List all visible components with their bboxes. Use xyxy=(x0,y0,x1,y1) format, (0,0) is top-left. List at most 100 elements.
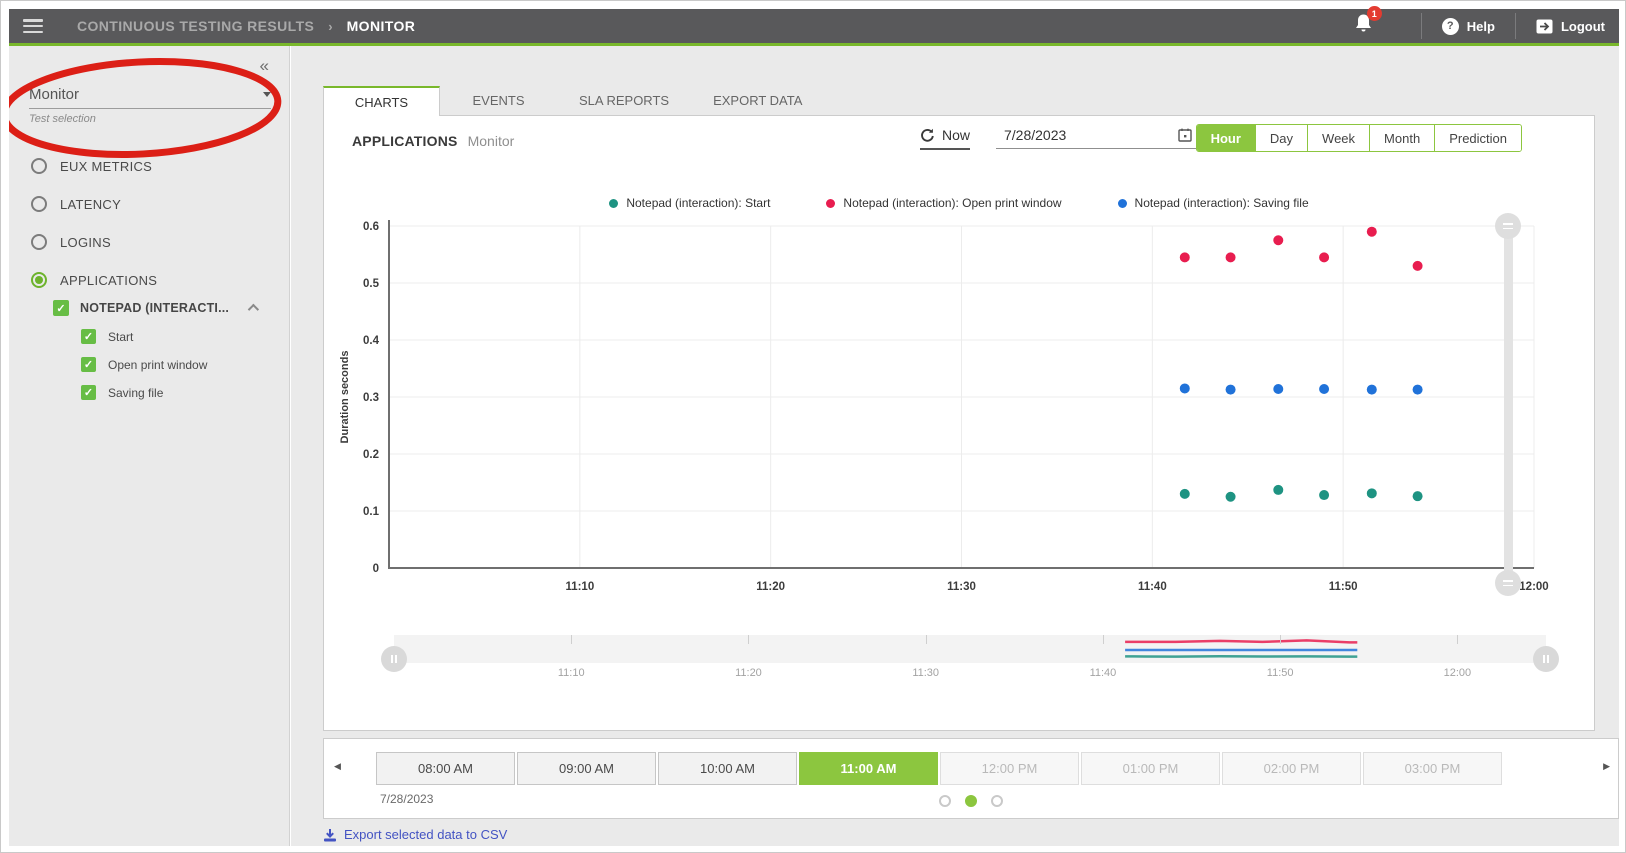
data-point[interactable] xyxy=(1226,492,1236,502)
tree-child-start[interactable]: ✓ Start xyxy=(81,329,283,344)
range-button-hour[interactable]: Hour xyxy=(1197,125,1255,151)
pagination-dot[interactable] xyxy=(939,795,951,807)
logout-icon xyxy=(1536,19,1553,34)
sidebar-collapse-icon[interactable]: « xyxy=(260,56,269,76)
navigator-handle-left[interactable] xyxy=(381,646,407,672)
data-point[interactable] xyxy=(1367,385,1377,395)
radio-icon[interactable] xyxy=(31,234,47,250)
tree-parent-notepad[interactable]: ✓ NOTEPAD (INTERACTI... xyxy=(53,300,283,316)
test-selection-dropdown[interactable]: Monitor Test selection xyxy=(29,86,271,125)
checkbox-checked-icon[interactable]: ✓ xyxy=(81,329,96,344)
data-point[interactable] xyxy=(1413,491,1423,501)
navigator-handle-right[interactable] xyxy=(1533,646,1559,672)
legend-item[interactable]: Notepad (interaction): Open print window xyxy=(826,196,1061,210)
chevron-up-icon[interactable] xyxy=(248,304,259,315)
hour-button-09-00-am[interactable]: 09:00 AM xyxy=(517,752,656,785)
data-point[interactable] xyxy=(1367,227,1377,237)
checkbox-checked-icon[interactable]: ✓ xyxy=(53,300,69,316)
svg-text:0.4: 0.4 xyxy=(363,335,380,347)
navigator-tick xyxy=(748,635,749,644)
checkbox-checked-icon[interactable]: ✓ xyxy=(81,357,96,372)
notifications-button[interactable]: 1 xyxy=(1354,13,1373,39)
tree-child-label: Start xyxy=(108,330,133,344)
radio-selected-icon[interactable] xyxy=(31,272,47,288)
y-range-slider-handle-top[interactable] xyxy=(1495,213,1521,239)
export-csv-link[interactable]: Export selected data to CSV xyxy=(323,827,507,842)
breadcrumb-separator-icon: › xyxy=(328,19,332,34)
panel-title-row: APPLICATIONS Monitor xyxy=(352,133,514,149)
logout-button[interactable]: Logout xyxy=(1536,19,1605,34)
sidebar: « Monitor Test selection EUX METRICS LATE… xyxy=(9,46,290,846)
data-point[interactable] xyxy=(1319,490,1329,500)
checkbox-checked-icon[interactable]: ✓ xyxy=(81,385,96,400)
legend-label: Notepad (interaction): Start xyxy=(626,196,770,210)
data-point[interactable] xyxy=(1273,384,1283,394)
navigator-band[interactable] xyxy=(394,635,1546,663)
range-button-month[interactable]: Month xyxy=(1369,125,1434,151)
range-button-prediction[interactable]: Prediction xyxy=(1434,125,1521,151)
data-point[interactable] xyxy=(1413,385,1423,395)
y-range-slider-handle-bottom[interactable] xyxy=(1495,570,1521,596)
help-label: Help xyxy=(1467,19,1495,34)
navigator-tick-label: 11:40 xyxy=(1090,667,1117,679)
data-point[interactable] xyxy=(1180,383,1190,393)
svg-text:12:00: 12:00 xyxy=(1519,581,1548,593)
data-point[interactable] xyxy=(1273,235,1283,245)
scatter-chart: 00.10.20.30.40.50.611:1011:2011:3011:401… xyxy=(334,210,1574,610)
breadcrumb-current: MONITOR xyxy=(347,18,416,34)
svg-text:11:30: 11:30 xyxy=(947,581,976,593)
next-hours-arrow[interactable]: ▶ xyxy=(1603,761,1610,772)
hour-button-08-00-am[interactable]: 08:00 AM xyxy=(376,752,515,785)
data-point[interactable] xyxy=(1180,489,1190,499)
radio-icon[interactable] xyxy=(31,196,47,212)
pagination-dot[interactable] xyxy=(991,795,1003,807)
data-point[interactable] xyxy=(1226,385,1236,395)
data-point[interactable] xyxy=(1319,252,1329,262)
legend-dot-icon xyxy=(609,199,618,208)
panel-subtitle: Monitor xyxy=(468,133,515,149)
pagination-dot-active[interactable] xyxy=(965,795,977,807)
now-refresh-button[interactable]: Now xyxy=(920,127,970,150)
download-icon xyxy=(323,828,337,842)
sidebar-radio-applications[interactable]: APPLICATIONS xyxy=(31,272,157,288)
chart-panel: APPLICATIONS Monitor Now 7/28/2023 xyxy=(323,115,1595,731)
main-content: CHARTSEVENTSSLA REPORTSEXPORT DATA APPLI… xyxy=(291,46,1619,846)
logout-label: Logout xyxy=(1561,19,1605,34)
tree-child-saving-file[interactable]: ✓ Saving file xyxy=(81,385,283,400)
tab-charts[interactable]: CHARTS xyxy=(323,86,440,116)
navigator-tick-label: 11:20 xyxy=(735,667,762,679)
svg-text:0: 0 xyxy=(373,563,379,575)
tab-export-data[interactable]: EXPORT DATA xyxy=(691,86,824,115)
svg-text:0.5: 0.5 xyxy=(363,278,380,290)
tree-child-label: Saving file xyxy=(108,386,163,400)
data-point[interactable] xyxy=(1226,252,1236,262)
data-point[interactable] xyxy=(1319,384,1329,394)
sidebar-radio-latency[interactable]: LATENCY xyxy=(31,196,157,212)
range-button-day[interactable]: Day xyxy=(1255,125,1307,151)
help-button[interactable]: ? Help xyxy=(1442,18,1495,35)
previous-hours-arrow[interactable]: ◀ xyxy=(334,761,341,772)
data-point[interactable] xyxy=(1413,261,1423,271)
data-point[interactable] xyxy=(1367,488,1377,498)
date-picker-field[interactable]: 7/28/2023 xyxy=(996,127,1196,149)
data-point[interactable] xyxy=(1180,252,1190,262)
test-selection-label: Test selection xyxy=(29,113,271,125)
data-point[interactable] xyxy=(1273,485,1283,495)
legend-label: Notepad (interaction): Saving file xyxy=(1135,196,1309,210)
legend-item[interactable]: Notepad (interaction): Saving file xyxy=(1118,196,1309,210)
range-button-week[interactable]: Week xyxy=(1307,125,1369,151)
y-range-slider-track[interactable] xyxy=(1504,226,1513,583)
sidebar-radio-eux-metrics[interactable]: EUX METRICS xyxy=(31,158,157,174)
hour-button-01-00-pm: 01:00 PM xyxy=(1081,752,1220,785)
tab-events[interactable]: EVENTS xyxy=(440,86,557,115)
hour-button-10-00-am[interactable]: 10:00 AM xyxy=(658,752,797,785)
tab-sla-reports[interactable]: SLA REPORTS xyxy=(557,86,691,115)
radio-label: APPLICATIONS xyxy=(60,273,157,288)
hamburger-menu-icon[interactable] xyxy=(23,19,43,33)
hour-button-11-00-am[interactable]: 11:00 AM xyxy=(799,752,938,785)
breadcrumb-root[interactable]: CONTINUOUS TESTING RESULTS xyxy=(77,18,314,34)
legend-item[interactable]: Notepad (interaction): Start xyxy=(609,196,770,210)
tree-child-open-print-window[interactable]: ✓Open print window xyxy=(81,357,283,372)
radio-icon[interactable] xyxy=(31,158,47,174)
sidebar-radio-logins[interactable]: LOGINS xyxy=(31,234,157,250)
